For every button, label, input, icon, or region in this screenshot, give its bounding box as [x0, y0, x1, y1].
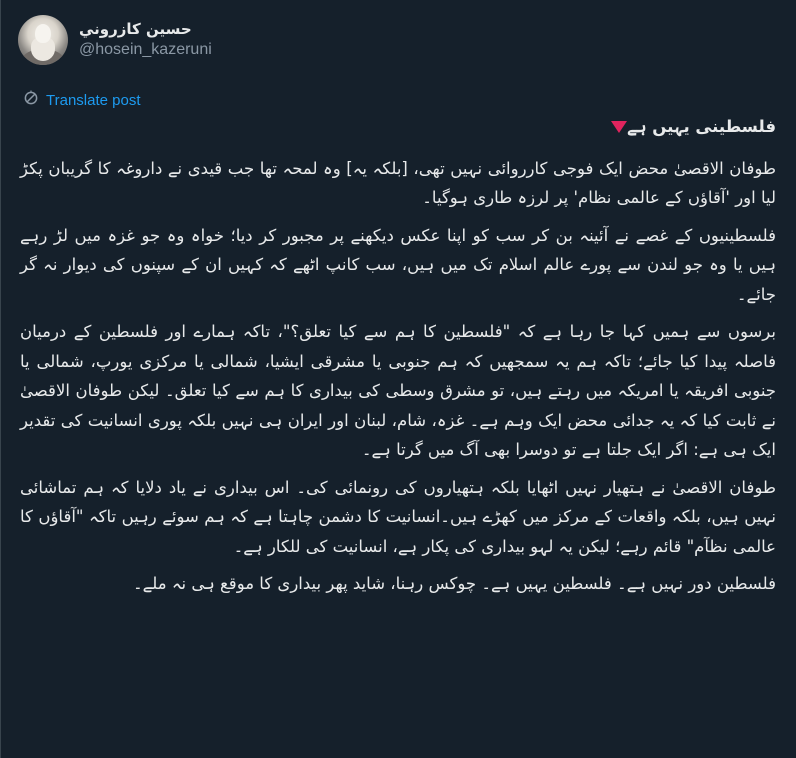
avatar[interactable]	[18, 15, 68, 65]
post-paragraph-4: طوفان الاقصیٰ نے ہتھیار نہیں اٹھایا بلکہ…	[20, 477, 776, 556]
author-names: حسين كازروني @hosein_kazeruni	[79, 19, 212, 61]
translate-label: Translate post	[46, 91, 141, 109]
red-triangle-icon	[611, 120, 628, 133]
post-header: حسين كازروني @hosein_kazeruni	[18, 14, 212, 66]
timeline-divider	[0, 0, 1, 758]
avatar-head	[35, 24, 51, 43]
post-paragraph-3: برسوں سے ہمیں کہا جا رہا ہے کہ "فلسطین ک…	[20, 322, 776, 459]
post-paragraph-1: طوفان الاقصیٰ محض ایک فوجی کارروائی نہیں…	[20, 158, 776, 208]
post-title-line: فلسطینی یہیں ہے	[20, 112, 776, 142]
translate-icon	[22, 89, 40, 111]
author-handle[interactable]: @hosein_kazeruni	[79, 39, 212, 61]
post-body: فلسطینی یہیں ہے طوفان الاقصیٰ محض ایک فو…	[20, 112, 776, 607]
author-display-name[interactable]: حسين كازروني	[79, 19, 212, 39]
post-paragraph-5: فلسطین دور نہیں ہے۔ فلسطین یہیں ہے۔ چوکس…	[132, 574, 776, 593]
post-container: حسين كازروني @hosein_kazeruni Translate …	[0, 0, 794, 758]
post-title: فلسطینی یہیں ہے	[627, 117, 776, 136]
translate-post-button[interactable]: Translate post	[22, 89, 141, 111]
post-paragraph-2: فلسطینیوں کے غصے نے آئینہ بن کر سب کو اپ…	[20, 225, 776, 304]
